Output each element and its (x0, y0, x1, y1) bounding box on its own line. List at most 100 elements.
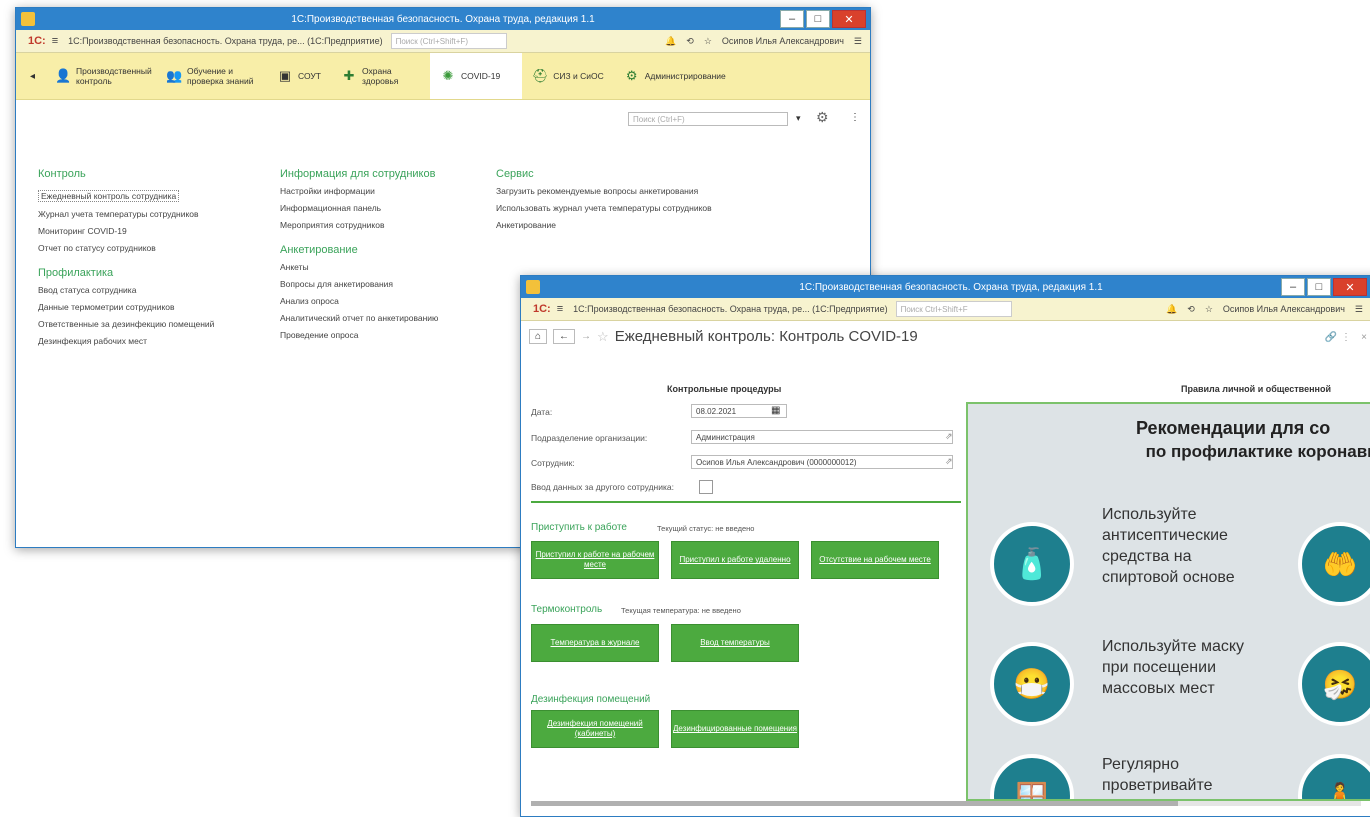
window-titlebar[interactable]: 1С:Производственная безопасность. Охрана… (521, 276, 1370, 298)
user-name[interactable]: Осипов Илья Александрович (722, 36, 844, 46)
link-icon[interactable]: 🔗 (1325, 332, 1337, 343)
panel-arrow-icon[interactable]: ◂ (30, 71, 35, 82)
poster-title-2: по профилактике коронавир (1145, 442, 1370, 461)
more-icon[interactable]: ⋮ (1341, 332, 1351, 343)
onec-logo-icon: 1С: (28, 35, 46, 47)
gear-icon[interactable]: ⚙ (816, 109, 829, 126)
department-input[interactable]: Администрация (691, 430, 953, 444)
search-dropdown-icon[interactable]: ▾ (796, 113, 801, 124)
students-icon: 👥 (165, 68, 183, 83)
link-conduct-survey[interactable]: Проведение опроса (280, 330, 438, 340)
employee-label: Сотрудник: (531, 458, 575, 468)
link-use-temperature-journal[interactable]: Использовать журнал учета температуры со… (496, 203, 712, 213)
link-survey-questions[interactable]: Вопросы для анкетирования (280, 279, 438, 289)
settings-icon[interactable]: ☰ (1355, 304, 1363, 315)
soot-icon: ▣ (278, 68, 292, 83)
section-search-input[interactable]: Поиск (Ctrl+F) (628, 112, 788, 126)
star-icon[interactable]: ☆ (704, 36, 712, 47)
temperature-journal-button[interactable]: Температура в журнале (531, 624, 659, 662)
window-titlebar[interactable]: 1С:Производственная безопасность. Охрана… (16, 8, 870, 30)
minimize-button[interactable]: – (780, 10, 804, 28)
link-covid-monitoring[interactable]: Мониторинг COVID-19 (38, 226, 214, 236)
more-icon[interactable]: ⋮ (850, 112, 860, 123)
window-vent-icon: 🪟 (990, 754, 1074, 799)
absence-button[interactable]: Отсутствие на рабочем месте (811, 541, 939, 579)
bell-icon[interactable]: 🔔 (1166, 304, 1177, 315)
star-icon[interactable]: ☆ (1205, 304, 1213, 315)
mask-icon: 😷 (990, 642, 1074, 726)
link-surveys[interactable]: Анкеты (280, 262, 438, 272)
other-employee-checkbox[interactable] (699, 480, 713, 494)
forward-icon[interactable]: → (581, 331, 591, 342)
group-title: Информация для сотрудников (280, 168, 436, 180)
calendar-icon[interactable]: ▦ (771, 405, 780, 416)
procedures-title: Контрольные процедуры (667, 384, 782, 394)
global-search-input[interactable]: Поиск (Ctrl+Shift+F) (390, 33, 507, 49)
date-label: Дата: (531, 407, 553, 417)
history-icon[interactable]: ⟲ (1187, 304, 1195, 315)
section-admin[interactable]: ⚙ Администрирование (614, 53, 736, 99)
link-status-report[interactable]: Отчет по статусу сотрудников (38, 243, 214, 253)
link-disinfection-responsible[interactable]: Ответственные за дезинфекцию помещений (38, 319, 214, 329)
link-employee-events[interactable]: Мероприятия сотрудников (280, 220, 438, 230)
menu-icon[interactable]: ≡ (52, 35, 58, 47)
admin-icon: ⚙ (625, 68, 638, 83)
back-icon[interactable]: ← (553, 329, 576, 344)
work-remote-button[interactable]: Приступил к работе удаленно (671, 541, 799, 579)
horizontal-scrollbar[interactable] (531, 801, 1361, 806)
employee-input[interactable]: Осипов Илья Александрович (0000000012) (691, 455, 953, 469)
home-icon[interactable]: ⌂ (529, 329, 548, 344)
link-info-settings[interactable]: Настройки информации (280, 186, 438, 196)
group-service: Сервис Загрузить рекомендуемые вопросы а… (496, 168, 712, 237)
user-name[interactable]: Осипов Илья Александрович (1223, 304, 1345, 314)
section-training[interactable]: 👥 Обучение и проверка знаний (156, 53, 267, 99)
history-icon[interactable]: ⟲ (686, 36, 694, 47)
link-info-panel[interactable]: Информационная панель (280, 203, 438, 213)
link-daily-control[interactable]: Ежедневный контроль сотрудника (38, 190, 180, 202)
link-survey-report[interactable]: Аналитический отчет по анкетированию (280, 313, 438, 323)
open-employee-icon[interactable]: ⇗ (945, 456, 953, 467)
minimize-button[interactable]: – (1281, 278, 1305, 296)
link-temperature-journal[interactable]: Журнал учета температуры сотрудников (38, 209, 214, 219)
health-icon: ✚ (343, 68, 355, 83)
other-employee-label: Ввод данных за другого сотрудника: (531, 482, 674, 492)
favorite-icon[interactable]: ☆ (597, 329, 609, 345)
link-load-questions[interactable]: Загрузить рекомендуемые вопросы анкетиро… (496, 186, 712, 196)
settings-icon[interactable]: ☰ (854, 36, 862, 47)
link-survey-service[interactable]: Анкетирование (496, 220, 712, 230)
sanitizer-icon: 🧴 (990, 522, 1074, 606)
temperature-input-button[interactable]: Ввод температуры (671, 624, 799, 662)
section-soot[interactable]: ▣ СОУТ (267, 53, 331, 99)
tip-ventilate: Регулярно проветривайте (1102, 756, 1213, 794)
section-health[interactable]: ✚ Охрана здоровья (331, 53, 430, 99)
close-button[interactable]: ✕ (1333, 278, 1367, 296)
bell-icon[interactable]: 🔔 (665, 36, 676, 47)
poster-title-1: Рекомендации для со (1136, 418, 1331, 438)
global-search-input[interactable]: Поиск Ctrl+Shift+F (895, 301, 1012, 317)
disinfect-rooms-button[interactable]: Дезинфекция помещений (кабинеты) (531, 710, 659, 748)
person-icon: 🧍 (1298, 754, 1370, 799)
open-department-icon[interactable]: ⇗ (945, 431, 953, 442)
scrollbar-thumb[interactable] (531, 801, 1179, 806)
disinfected-rooms-button[interactable]: Дезинфицированные помещения (671, 710, 799, 748)
link-workplace-disinfection[interactable]: Дезинфекция рабочих мест (38, 336, 214, 346)
window-title: 1С:Производственная безопасность. Охрана… (799, 281, 1103, 293)
work-onsite-button[interactable]: Приступил к работе на рабочем месте (531, 541, 659, 579)
close-form-icon[interactable]: × (1361, 332, 1367, 343)
menu-icon[interactable]: ≡ (557, 303, 563, 315)
work-section-title: Приступить к работе (531, 522, 627, 533)
section-production-control[interactable]: 👤 Производственный контроль (45, 53, 156, 99)
section-ppe[interactable]: ⛑ СИЗ и СиОС (522, 53, 614, 99)
tip-mask: Используйте маску при посещении массовых… (1102, 638, 1245, 697)
maximize-button[interactable]: □ (1307, 278, 1331, 296)
tip-sanitizer: Используйте антисептические средства на … (1102, 506, 1235, 586)
link-thermometry-data[interactable]: Данные термометрии сотрудников (38, 302, 214, 312)
maximize-button[interactable]: □ (806, 10, 830, 28)
close-button[interactable]: ✕ (832, 10, 866, 28)
group-title: Профилактика (38, 267, 114, 279)
link-survey-analysis[interactable]: Анализ опроса (280, 296, 438, 306)
link-status-input[interactable]: Ввод статуса сотрудника (38, 285, 214, 295)
section-covid[interactable]: ✺ COVID-19 (430, 53, 523, 99)
form-title: Ежедневный контроль: Контроль COVID-19 (614, 328, 918, 345)
ppe-icon: ⛑ (531, 68, 549, 83)
